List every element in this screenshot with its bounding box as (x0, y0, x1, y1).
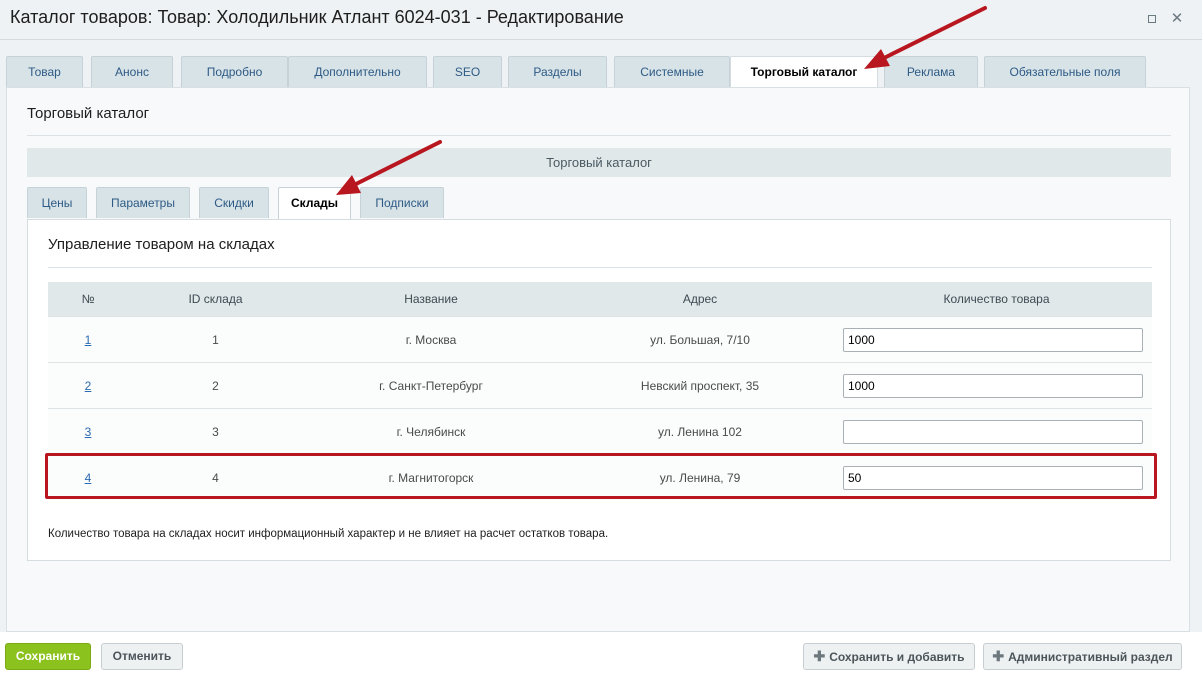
subtab-prices[interactable]: Цены (27, 187, 87, 218)
save-button[interactable]: Сохранить (5, 643, 91, 670)
admin-section-label: Административный раздел (1008, 650, 1173, 664)
divider (48, 267, 1152, 268)
store-address-cell: ул. Ленина, 79 (559, 454, 841, 500)
divider (27, 135, 1171, 136)
store-address-cell: ул. Большая, 7/10 (559, 316, 841, 363)
tab-announce[interactable]: Анонс (91, 56, 173, 87)
column-header-store-id: ID склада (128, 282, 303, 317)
subtab-stores[interactable]: Склады (278, 187, 351, 220)
stores-table: № ID склада Название Адрес Количество то… (48, 282, 1152, 500)
store-id-cell: 4 (128, 454, 303, 500)
window-titlebar: Каталог товаров: Товар: Холодильник Атла… (0, 0, 1202, 40)
column-header-address: Адрес (559, 282, 841, 317)
store-name-cell: г. Магнитогорск (303, 454, 559, 500)
editor-area: Товар Анонс Подробно Дополнительно SEO Р… (0, 40, 1202, 632)
table-row: 3 3 г. Челябинск ул. Ленина 102 (48, 408, 1152, 455)
section-heading: Торговый каталог (27, 105, 150, 122)
tab-product[interactable]: Товар (6, 56, 83, 87)
table-row: 4 4 г. Магнитогорск ул. Ленина, 79 (48, 454, 1152, 500)
store-name-cell: г. Москва (303, 316, 559, 363)
quantity-cell (841, 454, 1152, 500)
tab-seo[interactable]: SEO (433, 56, 502, 87)
tab-sections[interactable]: Разделы (508, 56, 607, 87)
store-id-cell: 2 (128, 362, 303, 409)
column-header-quantity: Количество товара (841, 282, 1152, 317)
quantity-cell (841, 316, 1152, 363)
save-and-add-button[interactable]: ✚ Сохранить и добавить (803, 643, 975, 670)
store-link[interactable]: 2 (85, 379, 92, 393)
subtab-parameters[interactable]: Параметры (96, 187, 190, 218)
row-number-cell: 1 (48, 316, 128, 363)
column-header-name: Название (303, 282, 559, 317)
close-icon[interactable]: ✕ (1170, 11, 1184, 26)
admin-section-button[interactable]: ✚ Административный раздел (983, 643, 1182, 670)
store-name-cell: г. Санкт-Петербург (303, 362, 559, 409)
quantity-input[interactable] (843, 465, 1143, 490)
plus-icon: ✚ (813, 648, 826, 664)
trade-catalog-bar: Торговый каталог (27, 148, 1171, 177)
tab-content: Торговый каталог Торговый каталог Цены П… (6, 87, 1190, 632)
stores-heading: Управление товаром на складах (48, 236, 275, 253)
store-link[interactable]: 3 (85, 425, 92, 439)
row-number-cell: 3 (48, 408, 128, 455)
maximize-icon[interactable] (1145, 12, 1159, 26)
column-header-number: № (48, 282, 128, 317)
tab-advertising[interactable]: Реклама (884, 56, 978, 87)
tab-details[interactable]: Подробно (181, 56, 288, 87)
subtab-discounts[interactable]: Скидки (199, 187, 269, 218)
table-row: 2 2 г. Санкт-Петербург Невский проспект,… (48, 362, 1152, 409)
stores-notice: Количество товара на складах носит инфор… (48, 528, 609, 540)
store-link[interactable]: 4 (85, 471, 92, 485)
quantity-input[interactable] (843, 419, 1143, 444)
quantity-input[interactable] (843, 327, 1143, 352)
tab-additional[interactable]: Дополнительно (288, 56, 427, 87)
cancel-button[interactable]: Отменить (101, 643, 183, 670)
quantity-cell (841, 408, 1152, 455)
tab-trade-catalog[interactable]: Торговый каталог (730, 56, 878, 88)
table-header-row: № ID склада Название Адрес Количество то… (48, 282, 1152, 317)
window-title: Каталог товаров: Товар: Холодильник Атла… (10, 7, 624, 27)
footer-bar: Сохранить Отменить ✚ Сохранить и добавить… (0, 632, 1202, 677)
plus-icon: ✚ (992, 648, 1005, 664)
stores-panel: Управление товаром на складах № ID склад… (27, 219, 1171, 561)
tab-required-fields[interactable]: Обязательные поля (984, 56, 1146, 87)
quantity-cell (841, 362, 1152, 409)
store-name-cell: г. Челябинск (303, 408, 559, 455)
save-and-add-label: Сохранить и добавить (829, 650, 965, 664)
quantity-input[interactable] (843, 373, 1143, 398)
row-number-cell: 2 (48, 362, 128, 409)
store-id-cell: 3 (128, 408, 303, 455)
tab-system[interactable]: Системные (614, 56, 730, 87)
store-address-cell: ул. Ленина 102 (559, 408, 841, 455)
store-id-cell: 1 (128, 316, 303, 363)
row-number-cell: 4 (48, 454, 128, 500)
subtab-subscriptions[interactable]: Подписки (360, 187, 444, 218)
table-row: 1 1 г. Москва ул. Большая, 7/10 (48, 316, 1152, 363)
store-link[interactable]: 1 (85, 333, 92, 347)
store-address-cell: Невский проспект, 35 (559, 362, 841, 409)
